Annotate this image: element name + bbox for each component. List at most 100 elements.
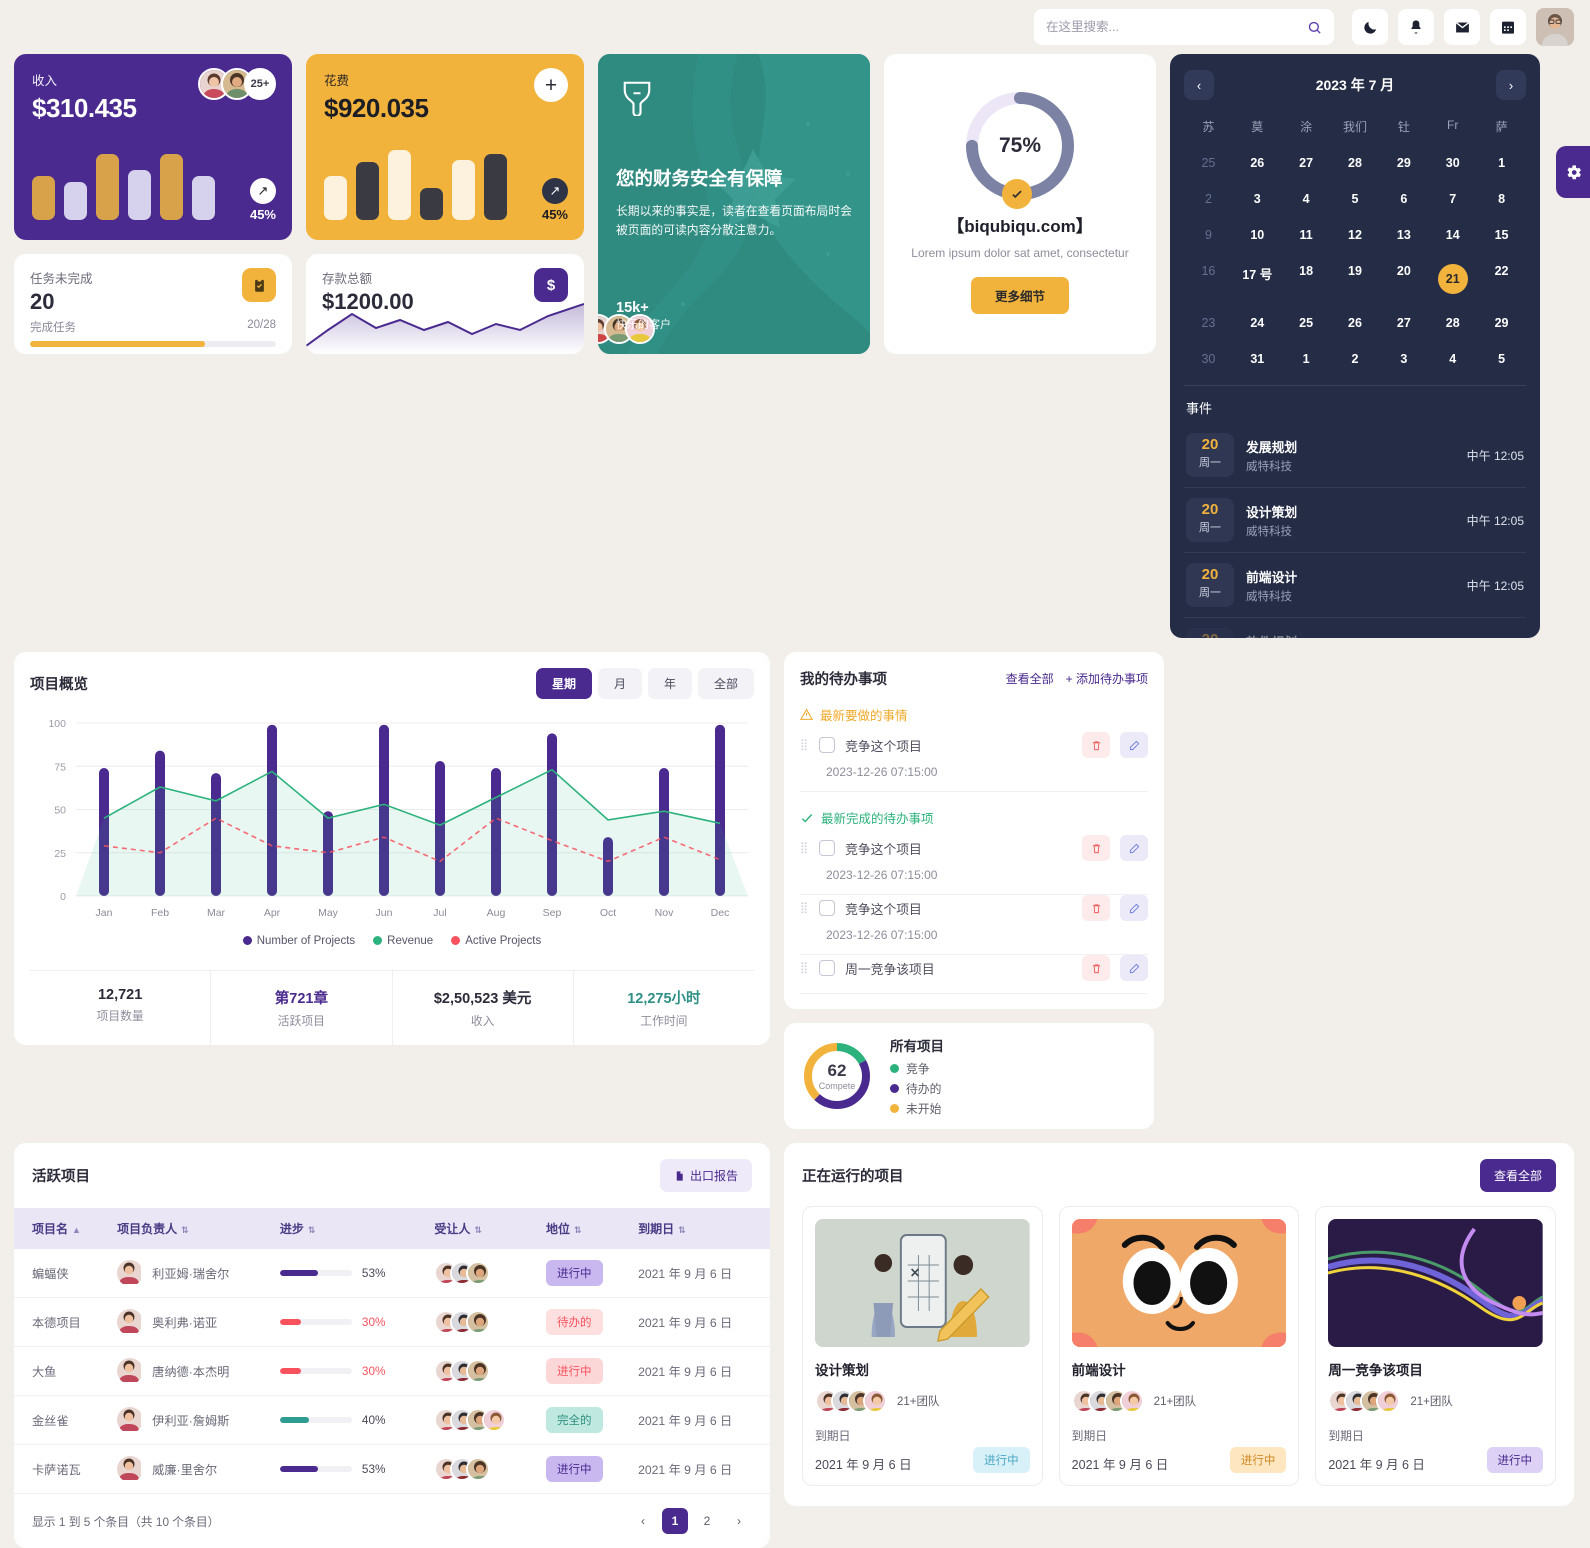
delete-todo-button[interactable] [1082, 955, 1110, 981]
calendar-grid[interactable]: 苏莫涂我们钍 Fr 萨 25 26 27 28 29 30 1 2 3 4 5 6 7 8 9 10 11 12 13 14… [1184, 110, 1526, 375]
calendar-day[interactable]: 11 [1282, 219, 1331, 251]
running-project-card[interactable]: 设计策划 21+团队 到期日 2021 年 9 月 6 日 进行中 [802, 1206, 1043, 1486]
calendar-day[interactable]: 29 [1379, 147, 1428, 179]
todo-add-link[interactable]: + 添加待办事项 [1066, 670, 1148, 687]
more-details-button[interactable]: 更多细节 [970, 277, 1069, 315]
event-item[interactable]: 20 周一 前端设计 威特科技 中午 12:05 [1184, 553, 1526, 618]
table-row[interactable]: 本德项目 奥利弗·诺亚 30% 待办的 2021 年 9 月 6 日 [14, 1297, 770, 1347]
event-item[interactable]: 20 周一 设计策划 威特科技 中午 12:05 [1184, 488, 1526, 553]
calendar-day[interactable]: 28 [1428, 307, 1477, 339]
running-project-card[interactable]: 前端设计 21+团队 到期日 2021 年 9 月 6 日 进行中 [1058, 1206, 1300, 1486]
add-expense-button[interactable]: + [534, 68, 568, 102]
calendar-day[interactable]: 6 [1379, 183, 1428, 215]
table-row[interactable]: 大鱼 唐纳德·本杰明 30% 进行中 2021 年 9 月 6 日 [14, 1346, 770, 1396]
calendar-next-button[interactable]: › [1495, 70, 1526, 100]
edit-todo-button[interactable] [1120, 895, 1148, 921]
todo-checkbox[interactable] [819, 840, 836, 856]
user-avatar[interactable] [1536, 8, 1574, 46]
table-column-项目名[interactable]: 项目名 ▲ [14, 1208, 109, 1249]
table-row[interactable]: 卡萨诺瓦 威廉·里舍尔 53% 进行中 2021 年 9 月 6 日 [14, 1444, 770, 1494]
table-row[interactable]: 金丝雀 伊利亚·詹姆斯 40% 完全的 2021 年 9 月 6 日 [14, 1395, 770, 1445]
table-pagination[interactable]: ‹ 1 2 › [630, 1508, 752, 1534]
table-column-进步[interactable]: 进步 ⇅ [272, 1208, 426, 1249]
calendar-day[interactable]: 31 [1233, 343, 1282, 375]
calendar-day[interactable]: 4 [1282, 183, 1331, 215]
pagination-prev[interactable]: ‹ [630, 1508, 656, 1534]
todo-checkbox[interactable] [819, 900, 836, 916]
calendar-day[interactable]: 30 [1428, 147, 1477, 179]
calendar-day[interactable]: 13 [1379, 219, 1428, 251]
table-row[interactable]: 蝙蝠侠 利亚姆·瑞舍尔 53% 进行中 2021 年 9 月 6 日 [14, 1249, 770, 1298]
sort-icon[interactable]: ▲ [72, 1225, 81, 1235]
chart-tab-月[interactable]: 月 [597, 668, 642, 699]
sort-icon[interactable]: ⇅ [574, 1225, 582, 1235]
table-column-到期日[interactable]: 到期日 ⇅ [630, 1208, 770, 1249]
calendar-day[interactable]: 2 [1331, 343, 1380, 375]
calendar-day[interactable]: 5 [1331, 183, 1380, 215]
calendar-day[interactable]: 10 [1233, 219, 1282, 251]
todo-checkbox[interactable] [819, 960, 836, 976]
calendar-day[interactable]: 18 [1282, 255, 1331, 303]
table-column-地位[interactable]: 地位 ⇅ [538, 1208, 630, 1249]
calendar-day[interactable]: 7 [1428, 183, 1477, 215]
calendar-day[interactable]: 29 [1477, 307, 1526, 339]
export-report-button[interactable]: 出口报告 [659, 1159, 752, 1192]
event-item[interactable]: 20 周一 发展规划 威特科技 中午 12:05 [1184, 423, 1526, 488]
search-icon[interactable] [1307, 20, 1322, 35]
calendar-day[interactable]: 19 [1331, 255, 1380, 303]
drag-handle-icon[interactable]: ⣿ [800, 962, 809, 973]
calendar-day[interactable]: 14 [1428, 219, 1477, 251]
calendar-day[interactable]: 23 [1184, 307, 1233, 339]
todo-view-all-link[interactable]: 查看全部 [1006, 670, 1054, 687]
income-avatars[interactable]: 25+ [198, 68, 276, 100]
calendar-day[interactable]: 22 [1477, 255, 1526, 303]
calendar-day[interactable]: 27 [1282, 147, 1331, 179]
table-column-项目负责人[interactable]: 项目负责人 ⇅ [109, 1208, 272, 1249]
calendar-day[interactable]: 4 [1428, 343, 1477, 375]
drag-handle-icon[interactable]: ⣿ [800, 902, 809, 913]
calendar-day[interactable]: 17 号 [1233, 255, 1282, 303]
edit-todo-button[interactable] [1120, 835, 1148, 861]
calendar-day[interactable]: 9 [1184, 219, 1233, 251]
calendar-day[interactable]: 15 [1477, 219, 1526, 251]
calendar-day[interactable]: 8 [1477, 183, 1526, 215]
calendar-day[interactable]: 3 [1233, 183, 1282, 215]
calendar-day[interactable]: 25 [1184, 147, 1233, 179]
sort-icon[interactable]: ⇅ [308, 1225, 316, 1235]
calendar-day[interactable]: 30 [1184, 343, 1233, 375]
calendar-day[interactable]: 2 [1184, 183, 1233, 215]
chart-tab-全部[interactable]: 全部 [697, 668, 754, 699]
pagination-next[interactable]: › [726, 1508, 752, 1534]
edit-todo-button[interactable] [1120, 955, 1148, 981]
delete-todo-button[interactable] [1082, 732, 1110, 758]
bell-icon[interactable] [1398, 9, 1434, 45]
calendar-day[interactable]: 25 [1282, 307, 1331, 339]
calendar-day[interactable]: 3 [1379, 343, 1428, 375]
calendar-day[interactable]: 5 [1477, 343, 1526, 375]
calendar-day[interactable]: 20 [1379, 255, 1428, 303]
sort-icon[interactable]: ⇅ [181, 1225, 189, 1235]
chart-tab-星期[interactable]: 星期 [535, 668, 592, 699]
delete-todo-button[interactable] [1082, 835, 1110, 861]
chart-period-tabs[interactable]: 星期月年全部 [535, 668, 754, 699]
calendar-day[interactable]: 12 [1331, 219, 1380, 251]
search-box[interactable] [1034, 9, 1334, 45]
search-input[interactable] [1046, 20, 1299, 34]
running-view-all-button[interactable]: 查看全部 [1479, 1159, 1556, 1192]
calendar-day[interactable]: 24 [1233, 307, 1282, 339]
table-column-受让人[interactable]: 受让人 ⇅ [426, 1208, 538, 1249]
chart-tab-年[interactable]: 年 [647, 668, 692, 699]
calendar-icon[interactable] [1490, 9, 1526, 45]
calendar-day[interactable]: 26 [1233, 147, 1282, 179]
drag-handle-icon[interactable]: ⣿ [800, 842, 809, 853]
edit-todo-button[interactable] [1120, 732, 1148, 758]
mail-icon[interactable] [1444, 9, 1480, 45]
calendar-day[interactable]: 1 [1477, 147, 1526, 179]
drag-handle-icon[interactable]: ⣿ [800, 739, 809, 750]
calendar-day[interactable]: 28 [1331, 147, 1380, 179]
todo-checkbox[interactable] [819, 737, 836, 753]
event-item[interactable]: 20周一软件规划威特科技中午 12:05 [1184, 618, 1526, 638]
running-project-card[interactable]: 周一竞争该项目 21+团队 到期日 2021 年 9 月 6 日 进行中 [1315, 1206, 1557, 1486]
calendar-day[interactable]: 26 [1331, 307, 1380, 339]
calendar-day[interactable]: 27 [1379, 307, 1428, 339]
